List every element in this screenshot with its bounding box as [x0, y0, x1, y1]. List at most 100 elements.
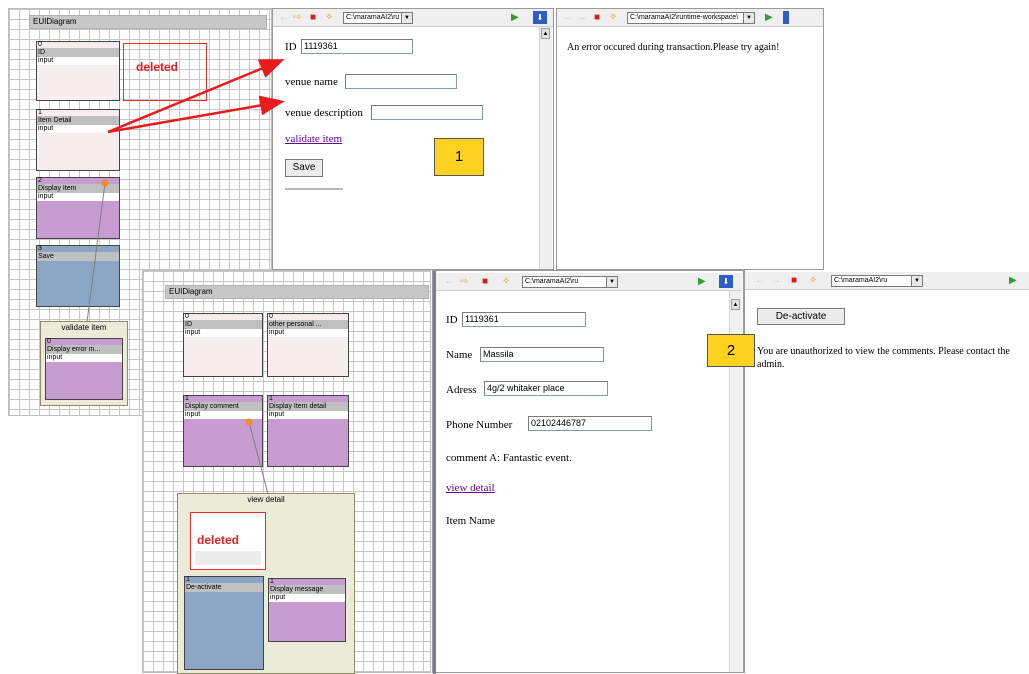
widget-type: input [269, 594, 345, 602]
browser-content: ID 1119361 venue name venue description … [273, 27, 539, 269]
widget-type: input [46, 354, 122, 362]
container-view-detail[interactable]: view detail deleted 1 De-activate 1 Disp… [177, 493, 355, 674]
go-icon[interactable]: ▶ [1009, 276, 1017, 286]
widget-name: Display message [269, 585, 345, 594]
widget-name: Display Item detail [268, 402, 348, 411]
dropdown-icon[interactable]: ⬇ [719, 275, 733, 288]
venue-name-field[interactable] [345, 74, 457, 89]
widget-name: De-activate [185, 583, 263, 592]
refresh-icon[interactable]: ✧ [609, 13, 617, 23]
forward-icon[interactable]: ⇨ [460, 277, 468, 287]
address-field[interactable]: 4g/2 whitaker place [484, 381, 608, 396]
deleted-label: deleted [136, 60, 179, 74]
chevron-down-icon[interactable]: ▼ [401, 13, 412, 23]
divider [285, 188, 343, 190]
widget-de-activate[interactable]: 1 De-activate [184, 576, 264, 670]
widget-display-item-detail[interactable]: 1 Display Item detail input [267, 395, 349, 467]
url-combo[interactable]: C:\maramaAI2\ru ▼ [831, 275, 923, 287]
widget-type: input [184, 329, 262, 337]
chevron-down-icon[interactable]: ▼ [911, 276, 922, 286]
url-combo[interactable]: C:\maramaAI2\ru ▼ [522, 276, 618, 288]
unauthorized-message: You are unauthorized to view the comment… [757, 346, 1010, 370]
go-icon[interactable]: ▶ [511, 13, 519, 23]
widget-type: input [184, 411, 262, 419]
scroll-up-icon[interactable]: ▲ [731, 299, 740, 310]
chevron-down-icon[interactable]: ▼ [606, 277, 617, 287]
deleted-widget[interactable]: deleted [123, 43, 207, 101]
back-icon[interactable]: ← [563, 13, 573, 23]
forward-icon[interactable]: ⇨ [293, 13, 301, 23]
forward-icon[interactable]: → [577, 13, 587, 23]
widget-name: Save [37, 252, 119, 261]
id-field[interactable]: 1119361 [301, 39, 413, 54]
widget-other-personal[interactable]: 0 other personal ... input [267, 313, 349, 377]
name-field[interactable]: Massila [480, 347, 604, 362]
widget-save[interactable]: 3 Save [36, 245, 120, 307]
browser-toolbar: ← ⇨ ■ ✧ C:\maramaAI2\ru ▼ ▶ ⬇ [273, 9, 553, 27]
vertical-scrollbar[interactable]: ▲ [539, 27, 552, 269]
widget-name: Display comment [184, 402, 262, 411]
widget-id[interactable]: 0 ID input [36, 41, 120, 101]
browser-panel-1: ← ⇨ ■ ✧ C:\maramaAI2\ru ▼ ▶ ⬇ ID 1119361… [272, 8, 554, 270]
widget-name: ID [37, 48, 119, 57]
address-label: Adress [446, 384, 477, 396]
widget-name: other personal ... [268, 320, 348, 329]
view-detail-link[interactable]: view detail [446, 482, 495, 494]
forward-icon[interactable]: → [771, 276, 781, 286]
browser-content: ID 1119361 Name Massila Adress 4g/2 whit… [436, 291, 728, 671]
name-label: Name [446, 349, 473, 361]
chevron-down-icon[interactable]: ▼ [743, 13, 754, 23]
widget-type: input [37, 125, 119, 133]
stop-icon[interactable]: ■ [791, 276, 797, 286]
deleted-widget[interactable]: deleted [190, 512, 266, 570]
deleted-widget-body [195, 551, 261, 565]
stop-icon[interactable]: ■ [310, 13, 316, 23]
validate-item-link[interactable]: validate item [285, 133, 342, 145]
go-icon[interactable]: ▶ [765, 13, 773, 23]
diagram-canvas-2[interactable]: EUIDiagram 0 ID input 0 other personal .… [142, 270, 431, 674]
id-label: ID [285, 41, 297, 53]
widget-item-detail[interactable]: 1 Item Detail input [36, 109, 120, 171]
url-text: C:\maramaAI2\runtime-workspace\ [630, 14, 739, 21]
widget-display-item[interactable]: 2 Display Item input [36, 177, 120, 239]
venue-description-field[interactable] [371, 105, 483, 120]
widget-display-error[interactable]: 0 Display error m... input [45, 338, 123, 400]
url-text: C:\maramaAI2\ru [834, 277, 888, 284]
widget-type: input [37, 193, 119, 201]
back-icon[interactable]: ← [444, 277, 454, 287]
refresh-icon[interactable]: ✧ [325, 13, 333, 23]
widget-name: Display error m... [46, 345, 122, 354]
back-icon[interactable]: ← [755, 276, 765, 286]
back-icon[interactable]: ← [279, 13, 289, 23]
widget-name: Item Detail [37, 116, 119, 125]
phone-label: Phone Number [446, 419, 513, 431]
refresh-icon[interactable]: ✧ [502, 277, 510, 287]
container-title: validate item [61, 323, 107, 332]
save-button[interactable]: Save [285, 159, 323, 177]
refresh-icon[interactable]: ✧ [809, 276, 817, 286]
id-field[interactable]: 1119361 [462, 312, 586, 327]
browser-panel-4: ← → ■ ✧ C:\maramaAI2\ru ▼ ▶ De-activate … [744, 270, 1029, 673]
venue-description-label: venue description [285, 107, 363, 119]
container-validate-item[interactable]: validate item 0 Display error m... input [40, 321, 128, 406]
url-text: C:\maramaAI2\ru [346, 14, 400, 21]
widget-display-message[interactable]: 1 Display message input [268, 578, 346, 642]
dropdown-icon[interactable] [783, 11, 789, 24]
stop-icon[interactable]: ■ [482, 277, 488, 287]
widget-display-comment[interactable]: 1 Display comment input [183, 395, 263, 467]
diagram-title: EUIDiagram [29, 15, 267, 29]
url-combo[interactable]: C:\maramaAI2\runtime-workspace\ ▼ [627, 12, 755, 24]
dropdown-icon[interactable]: ⬇ [533, 11, 547, 24]
widget-id[interactable]: 0 ID input [183, 313, 263, 377]
de-activate-button[interactable]: De-activate [757, 308, 845, 325]
browser-toolbar: ← → ■ ✧ C:\maramaAI2\runtime-workspace\ … [557, 9, 823, 27]
go-icon[interactable]: ▶ [698, 277, 706, 287]
step-badge-1: 1 [434, 138, 484, 176]
scroll-up-icon[interactable]: ▲ [541, 28, 550, 39]
diagram-title: EUIDiagram [165, 285, 429, 299]
stop-icon[interactable]: ■ [594, 13, 600, 23]
phone-field[interactable]: 02102446787 [528, 416, 652, 431]
widget-type: input [268, 329, 348, 337]
browser-toolbar: ← ⇨ ■ ✧ C:\maramaAI2\ru ▼ ▶ ⬇ [436, 273, 742, 291]
url-combo[interactable]: C:\maramaAI2\ru ▼ [343, 12, 413, 24]
